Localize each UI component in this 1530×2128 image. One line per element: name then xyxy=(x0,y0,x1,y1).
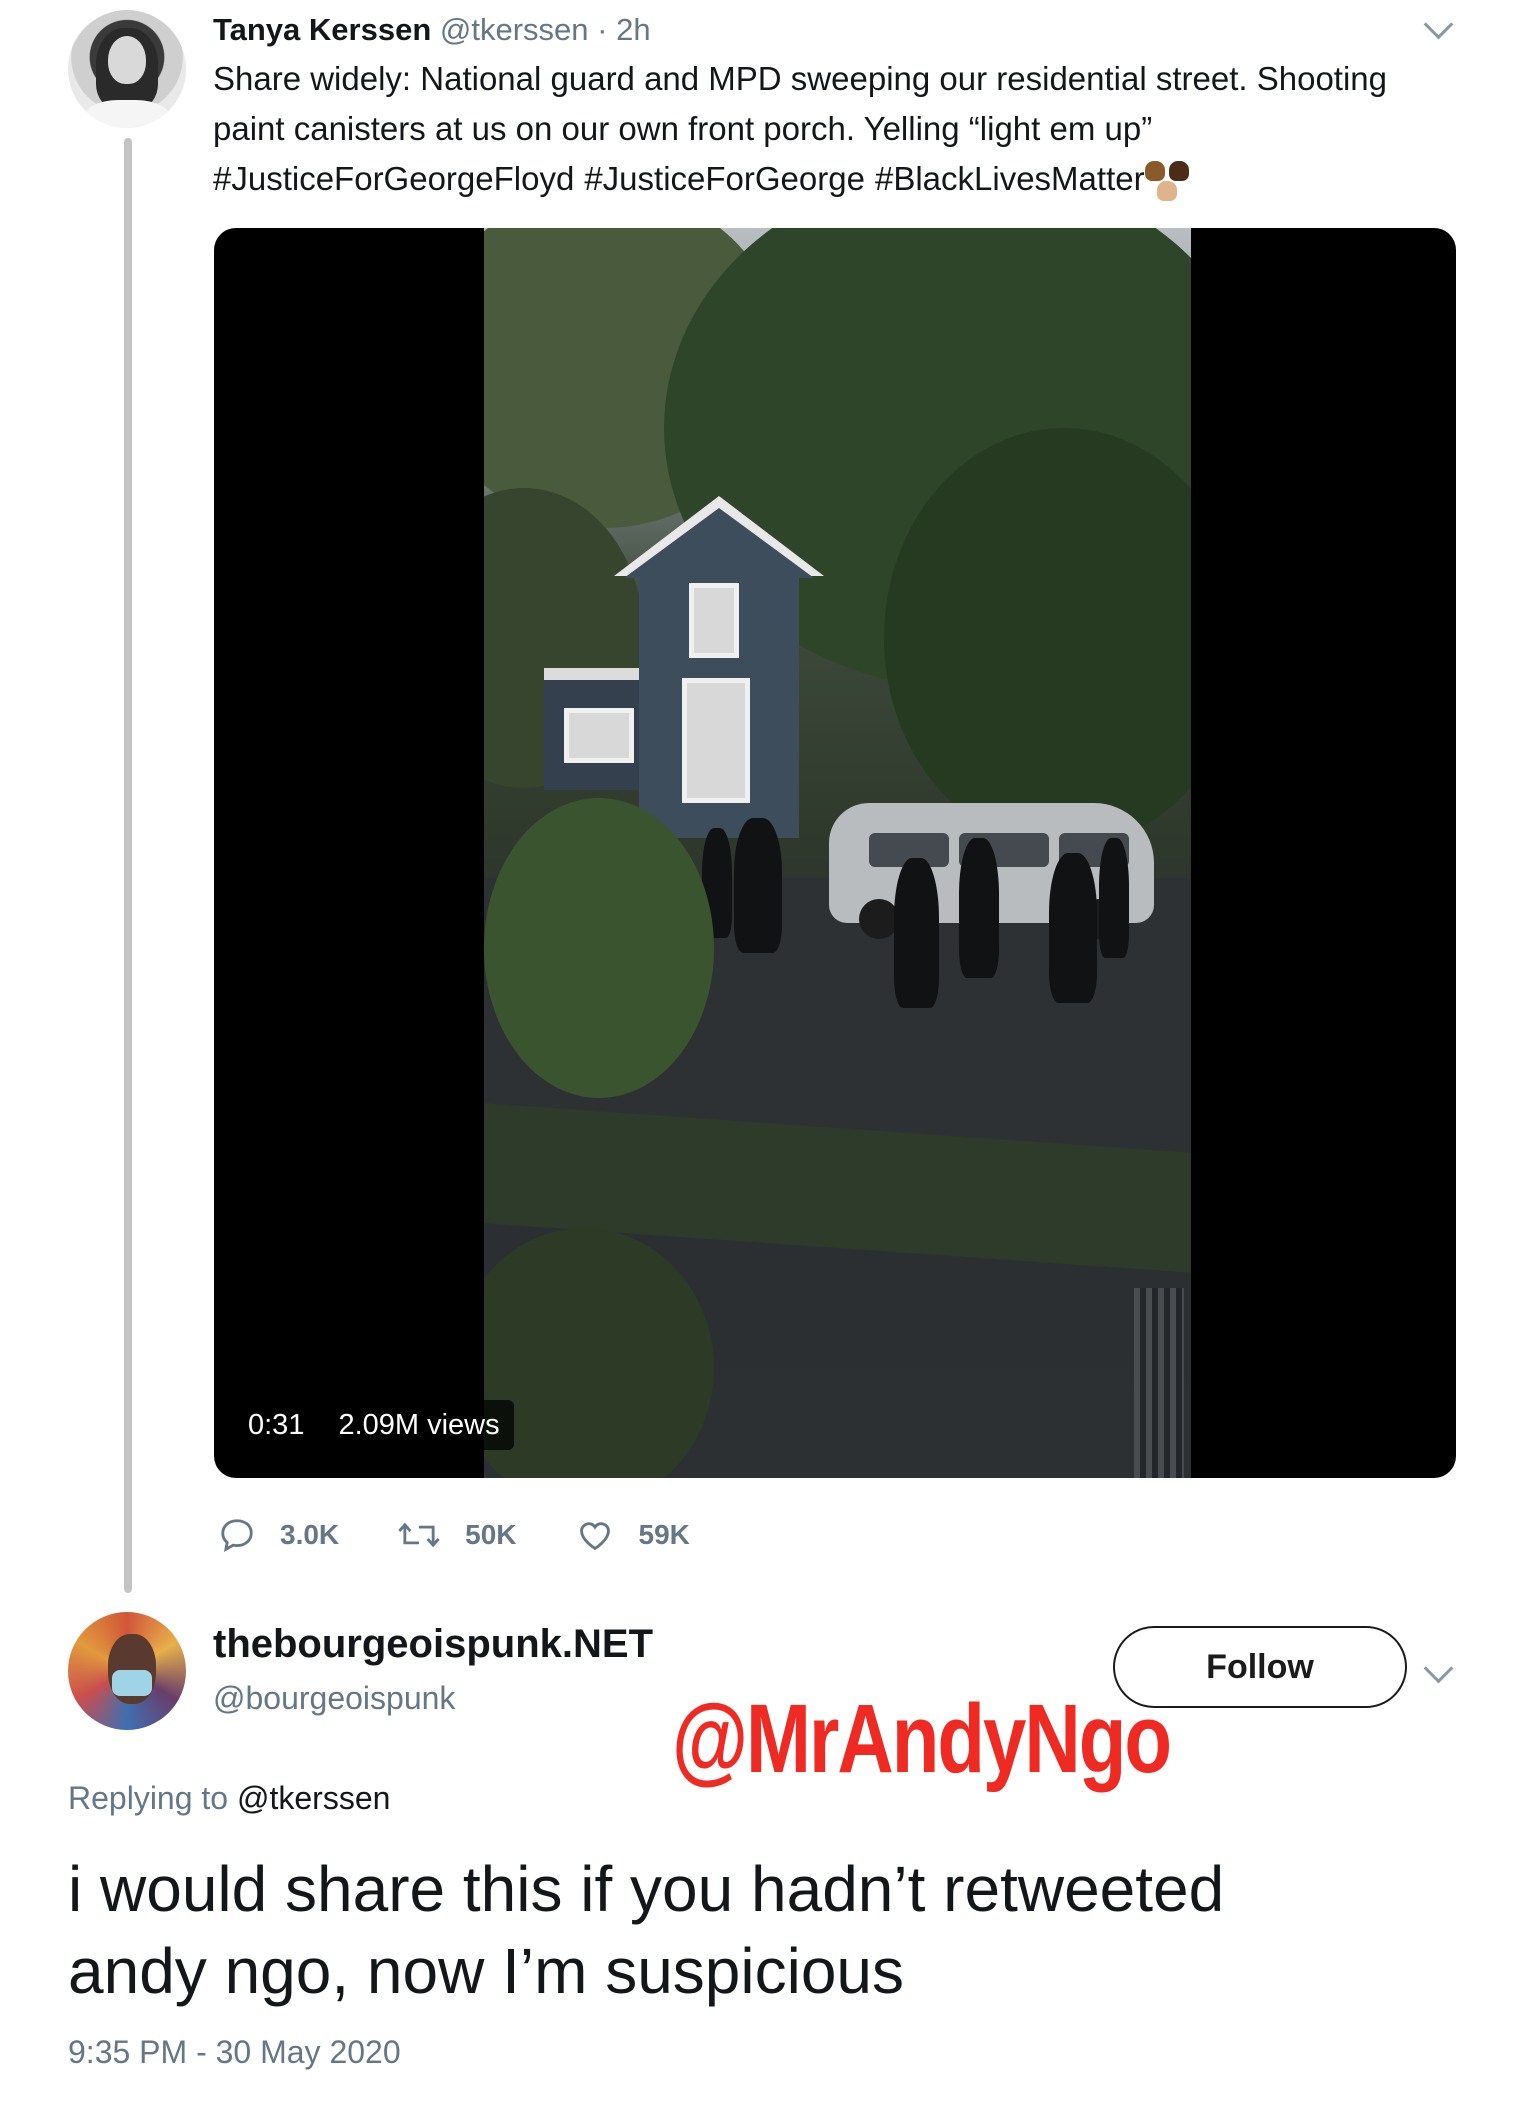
retweet-icon xyxy=(398,1522,440,1548)
hashtag-link[interactable]: #JusticeForGeorgeFloyd xyxy=(213,160,574,197)
like-icon xyxy=(579,1522,610,1551)
replying-prefix: Replying to xyxy=(68,1780,229,1816)
reply-button[interactable]: 3.0K xyxy=(218,1516,339,1554)
original-tweet-header: Tanya Kerssen @tkerssen · 2h xyxy=(213,10,651,50)
original-tweet-text: Share widely: National guard and MPD swe… xyxy=(213,54,1463,204)
reply-timestamp[interactable]: 9:35 PM - 30 May 2020 xyxy=(68,2034,401,2071)
chevron-down-icon[interactable] xyxy=(1423,1653,1454,1684)
reply-tweet-text: i would share this if you hadn’t retweet… xyxy=(68,1848,1468,2012)
replying-to-line: Replying to @tkerssen xyxy=(68,1780,390,1817)
avatar-face xyxy=(108,36,146,84)
reply-author-handle[interactable]: @bourgeoispunk xyxy=(213,1680,455,1717)
video-overlay-badges: 0:31 2.09M views xyxy=(234,1400,514,1450)
hashtag-link[interactable]: #JusticeForGeorge xyxy=(584,160,865,197)
video-frame xyxy=(484,228,1191,1478)
chevron-down-icon[interactable] xyxy=(1423,9,1454,40)
embedded-video-player[interactable]: 0:31 2.09M views xyxy=(214,228,1456,1478)
author-handle[interactable]: @tkerssen xyxy=(440,12,589,47)
reply-count: 3.0K xyxy=(280,1519,340,1550)
tweet-text-line-1: Share widely: National guard and MPD swe… xyxy=(213,60,1387,97)
video-duration: 0:31 xyxy=(234,1400,319,1450)
replying-to-handle[interactable]: @tkerssen xyxy=(237,1780,390,1816)
raised-fists-emoji xyxy=(1144,161,1193,202)
tweet-age[interactable]: 2h xyxy=(616,12,650,47)
bourgeoispunk-avatar[interactable] xyxy=(68,1612,186,1730)
like-button[interactable]: 59K xyxy=(575,1516,690,1554)
like-count: 59K xyxy=(638,1519,690,1550)
author-display-name[interactable]: Tanya Kerssen xyxy=(213,12,431,47)
tweet-text-line-2: paint canisters at us on our own front p… xyxy=(213,110,1153,147)
reply-author-display-name[interactable]: thebourgeoispunk.NET xyxy=(213,1622,653,1667)
reply-text-line-1: i would share this if you hadn’t retweet… xyxy=(68,1853,1225,1925)
tanya-kerssen-avatar[interactable] xyxy=(68,10,186,128)
reply-icon xyxy=(221,1519,253,1552)
retweet-count: 50K xyxy=(465,1519,517,1550)
retweet-button[interactable]: 50K xyxy=(397,1516,517,1554)
video-view-count: 2.09M views xyxy=(324,1400,514,1450)
tweet-action-bar: 3.0K 50K 59K xyxy=(218,1510,748,1560)
reply-text-line-2: andy ngo, now I’m suspicious xyxy=(68,1935,904,2007)
hashtag-link[interactable]: #BlackLivesMatter xyxy=(875,160,1145,197)
watermark-overlay: @MrAndyNgo xyxy=(672,1683,1172,1793)
avatar-shirt xyxy=(82,100,172,128)
header-separator: · xyxy=(597,12,608,47)
thread-connector-line xyxy=(124,138,132,1593)
avatar-face-mask xyxy=(112,1670,152,1696)
hashtag-row: #JusticeForGeorgeFloyd #JusticeForGeorge #… xyxy=(213,154,1463,204)
